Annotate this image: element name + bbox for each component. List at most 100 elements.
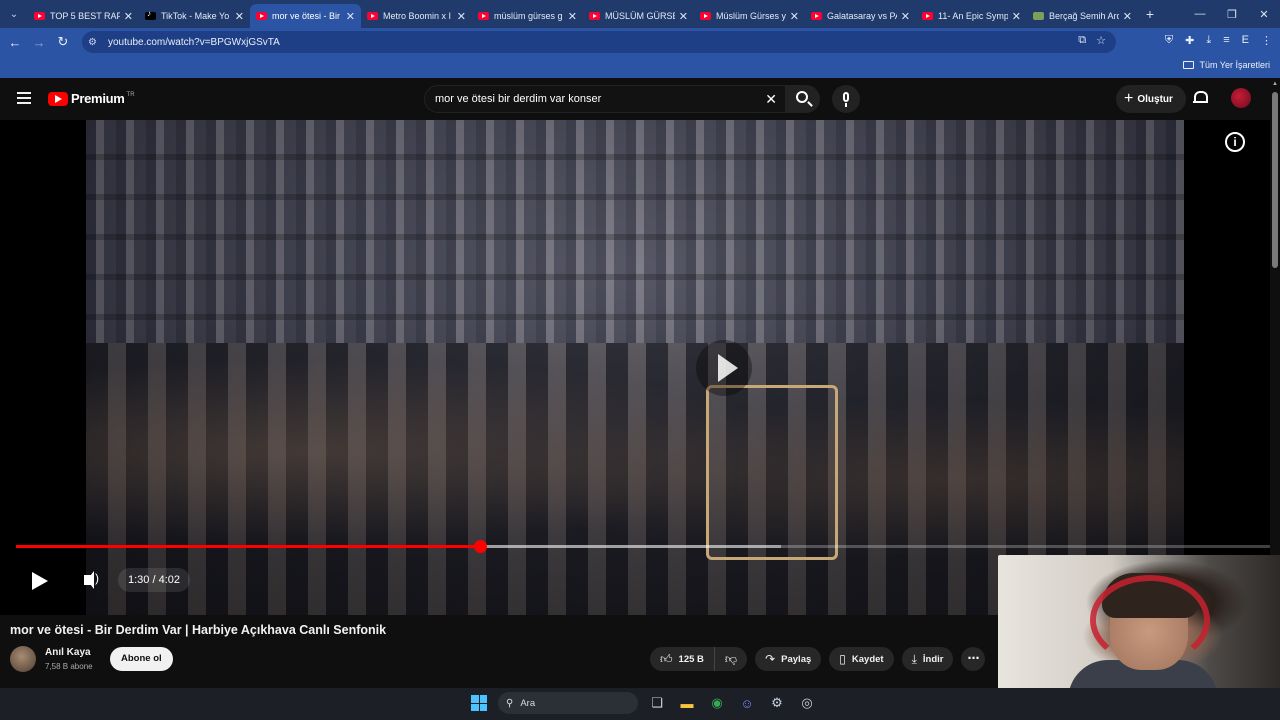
- video-actions: 👍︎ 125 B 👎︎ ↷ Paylaş ▯ Kaydet ⤓ İndir ⋯: [650, 647, 986, 671]
- create-label: Oluştur: [1137, 93, 1173, 105]
- bookmark-star-icon[interactable]: ☆: [1096, 34, 1106, 47]
- thumbs-up-icon: 👍︎: [660, 651, 673, 666]
- extensions-puzzle-icon[interactable]: ✚: [1185, 34, 1194, 47]
- file-explorer-icon[interactable]: ▬: [676, 692, 698, 714]
- url-text: youtube.com/watch?v=BPGWxjGSvTA: [108, 36, 280, 48]
- share-button[interactable]: ↷ Paylaş: [755, 647, 822, 671]
- close-tab-icon[interactable]: ✕: [1012, 10, 1021, 23]
- task-view-icon[interactable]: ❏: [646, 692, 668, 714]
- media-control-icon[interactable]: ≡: [1223, 34, 1229, 47]
- close-tab-icon[interactable]: ✕: [1123, 10, 1132, 23]
- hamburger-menu-icon[interactable]: [17, 92, 31, 104]
- download-button[interactable]: ⤓ İndir: [901, 647, 954, 671]
- discord-icon[interactable]: ☺: [736, 692, 758, 714]
- brand-text: Premium: [71, 91, 125, 106]
- progress-bar[interactable]: [16, 540, 1270, 553]
- create-button[interactable]: + Oluştur: [1116, 85, 1186, 113]
- windows-logo-icon: [471, 695, 487, 711]
- back-icon[interactable]: ←: [3, 35, 27, 50]
- microphone-icon: [843, 92, 849, 102]
- chrome-icon[interactable]: ◉: [706, 692, 728, 714]
- channel-avatar[interactable]: [10, 646, 36, 672]
- windows-taskbar: ⚲ Ara ❏ ▬ ◉ ☺ ⚙ ◎: [0, 688, 1280, 720]
- youtube-premium-logo[interactable]: Premium TR: [48, 91, 135, 106]
- browser-tab[interactable]: 11- An Epic Symp ✕: [916, 4, 1027, 28]
- close-tab-icon[interactable]: ✕: [346, 10, 355, 23]
- voice-search-button[interactable]: [832, 85, 860, 113]
- download-icon[interactable]: ⤓: [1206, 34, 1211, 47]
- tab-title: müslüm gürses g: [494, 11, 563, 21]
- shield-extension-icon[interactable]: ⛨: [1165, 34, 1173, 47]
- info-icon[interactable]: i: [1225, 132, 1245, 152]
- headset: [1090, 575, 1210, 665]
- browser-menu-icon[interactable]: ⋮: [1261, 34, 1272, 47]
- play-icon[interactable]: [32, 572, 48, 590]
- youtube-header: Premium TR mor ve ötesi bir derdim var k…: [0, 78, 1280, 120]
- search-input[interactable]: mor ve ötesi bir derdim var konser ✕: [424, 85, 786, 113]
- site-info-icon[interactable]: ⚙: [88, 37, 102, 48]
- browser-tab[interactable]: müslüm gürses g ✕: [472, 4, 583, 28]
- youtube-icon: [367, 12, 378, 20]
- dislike-button[interactable]: 👎︎: [714, 647, 748, 671]
- subscribe-button[interactable]: Abone ol: [110, 647, 173, 671]
- video-frame[interactable]: [86, 120, 1184, 615]
- steam-icon[interactable]: ⚙: [766, 692, 788, 714]
- restore-icon[interactable]: ❐: [1216, 8, 1248, 21]
- new-tab-button[interactable]: +: [1138, 6, 1162, 22]
- install-app-icon[interactable]: ⧉: [1078, 34, 1086, 47]
- account-avatar[interactable]: [1231, 88, 1251, 108]
- played-bar: [16, 545, 480, 548]
- close-tab-icon[interactable]: ✕: [790, 10, 799, 23]
- save-label: Kaydet: [851, 653, 884, 665]
- browser-tab[interactable]: MÜSLÜM GÜRSES ✕: [583, 4, 694, 28]
- like-button[interactable]: 👍︎ 125 B: [650, 647, 715, 671]
- youtube-icon: [700, 12, 711, 20]
- center-play-icon[interactable]: [696, 340, 752, 396]
- all-bookmarks-button[interactable]: Tüm Yer İşaretleri: [1183, 60, 1270, 70]
- close-tab-icon[interactable]: ✕: [235, 10, 244, 23]
- video-player[interactable]: i 1:30 / 4:02: [0, 120, 1270, 615]
- close-tab-icon[interactable]: ✕: [568, 10, 577, 23]
- taskbar-search-placeholder: Ara: [520, 697, 536, 709]
- clear-search-icon[interactable]: ✕: [765, 91, 777, 108]
- browser-tab[interactable]: Galatasaray vs PA ✕: [805, 4, 916, 28]
- close-tab-icon[interactable]: ✕: [679, 10, 688, 23]
- profile-letter[interactable]: E: [1242, 34, 1249, 47]
- more-actions-icon[interactable]: ⋯: [961, 647, 986, 671]
- all-bookmarks-label: Tüm Yer İşaretleri: [1199, 60, 1270, 70]
- minimize-icon[interactable]: —: [1184, 8, 1216, 20]
- browser-tab[interactable]: mor ve ötesi - Bir ✕: [250, 4, 361, 28]
- close-tab-icon[interactable]: ✕: [124, 10, 133, 23]
- notifications-bell-icon[interactable]: [1193, 90, 1208, 104]
- tab-title: Berçağ Semih Ard: [1049, 11, 1119, 21]
- close-tab-icon[interactable]: ✕: [901, 10, 910, 23]
- channel-name[interactable]: Anıl Kaya: [45, 647, 91, 658]
- folder-icon: [1183, 61, 1195, 69]
- reload-icon[interactable]: ↻: [51, 34, 75, 50]
- browser-tab[interactable]: Berçağ Semih Ard ✕: [1027, 4, 1138, 28]
- scrubber-knob[interactable]: [473, 540, 487, 553]
- volume-icon[interactable]: [84, 571, 99, 589]
- search-button[interactable]: [786, 85, 820, 113]
- scrollbar-thumb[interactable]: [1272, 92, 1278, 268]
- tab-title: MÜSLÜM GÜRSES: [605, 11, 675, 21]
- browser-tab[interactable]: TOP 5 BEST RAP C ✕: [28, 4, 139, 28]
- browser-tab[interactable]: Müslüm Gürses y ✕: [694, 4, 805, 28]
- taskbar-search[interactable]: ⚲ Ara: [498, 692, 638, 714]
- browser-tab[interactable]: TikTok - Make Yo ✕: [139, 4, 250, 28]
- obs-icon[interactable]: ◎: [796, 692, 818, 714]
- search-query: mor ve ötesi bir derdim var konser: [435, 93, 602, 105]
- bookmark-icon: ▯: [839, 652, 846, 666]
- plus-icon: +: [1124, 90, 1134, 107]
- close-window-icon[interactable]: ✕: [1248, 8, 1280, 21]
- tab-title: TOP 5 BEST RAP C: [50, 11, 120, 21]
- browser-tab[interactable]: Metro Boomin x I ✕: [361, 4, 472, 28]
- address-bar[interactable]: ⚙ youtube.com/watch?v=BPGWxjGSvTA ⧉ ☆: [82, 31, 1116, 53]
- tab-search-chevron-icon[interactable]: ⌄: [0, 0, 28, 28]
- save-button[interactable]: ▯ Kaydet: [829, 647, 894, 671]
- start-button[interactable]: [468, 692, 490, 714]
- forward-icon[interactable]: →: [27, 35, 51, 50]
- tab-title: mor ve ötesi - Bir: [272, 11, 341, 21]
- scroll-up-icon[interactable]: ▲: [1272, 81, 1278, 87]
- close-tab-icon[interactable]: ✕: [457, 10, 466, 23]
